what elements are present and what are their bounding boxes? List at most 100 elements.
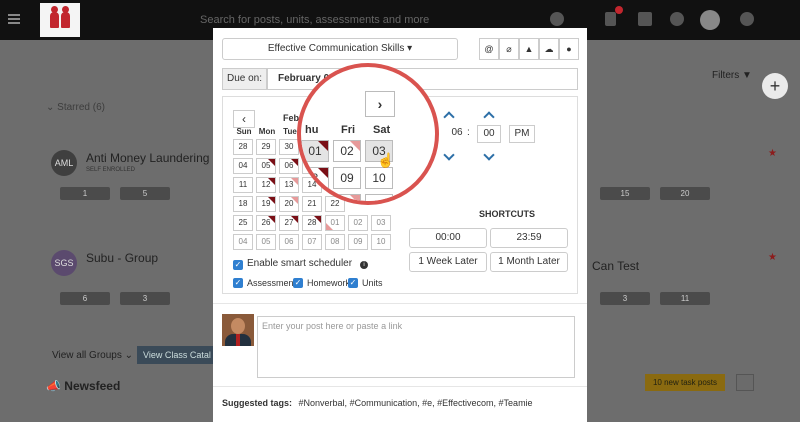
calendar-day[interactable]: 25 bbox=[233, 215, 253, 231]
calendar-day[interactable]: 03 bbox=[371, 215, 391, 231]
view-all-groups-button[interactable]: View all Groups ⌄ bbox=[52, 350, 133, 361]
user-avatar[interactable] bbox=[700, 10, 720, 30]
app-logo[interactable] bbox=[40, 3, 80, 37]
new-task-posts-badge[interactable]: 10 new task posts bbox=[645, 374, 725, 391]
calendar-icon[interactable] bbox=[638, 12, 652, 26]
mention-icon[interactable]: @ bbox=[479, 38, 499, 60]
calendar-day[interactable]: 04 bbox=[233, 234, 253, 250]
info-icon[interactable] bbox=[550, 12, 564, 26]
group-stat[interactable]: 15 bbox=[600, 187, 650, 200]
calendar-day[interactable]: 18 bbox=[233, 196, 253, 212]
calendar-day[interactable]: 11 bbox=[233, 177, 253, 193]
shortcut-midnight-button[interactable]: 00:00 bbox=[409, 228, 487, 248]
star-icon[interactable]: ★ bbox=[768, 252, 777, 263]
homework-checkbox[interactable]: ✓ bbox=[293, 278, 303, 288]
calendar-day[interactable]: 28 bbox=[233, 139, 253, 155]
calendar-day[interactable]: 05 bbox=[256, 234, 276, 250]
calendar-day-zoomed[interactable]: 10 bbox=[365, 167, 393, 189]
calendar-day[interactable]: 28 bbox=[302, 215, 322, 231]
assessments-checkbox[interactable]: ✓ bbox=[233, 278, 243, 288]
calendar-day-zoomed[interactable]: 01 bbox=[301, 140, 329, 162]
calendar-day[interactable]: 27 bbox=[279, 215, 299, 231]
calendar-day[interactable]: 09 bbox=[348, 234, 368, 250]
smart-scheduler-checkbox[interactable]: ✓ bbox=[233, 260, 243, 270]
tag-link[interactable]: #Effectivecom, bbox=[437, 398, 496, 408]
info-icon[interactable]: i bbox=[360, 261, 368, 269]
shortcut-month-later-button[interactable]: 1 Month Later bbox=[490, 252, 568, 272]
weekday-label: hu bbox=[305, 124, 319, 136]
magnifier-highlight: › hu Fri Sat 01 02 03 8 09 10 16 17 bbox=[297, 63, 439, 205]
calendar-day[interactable]: 26 bbox=[256, 215, 276, 231]
calendar-day[interactable]: 13 bbox=[279, 177, 299, 193]
units-checkbox[interactable]: ✓ bbox=[348, 278, 358, 288]
minute-up-arrow[interactable] bbox=[483, 111, 495, 123]
global-search-input[interactable]: Search for posts, units, assessments and… bbox=[200, 14, 429, 26]
shortcut-week-later-button[interactable]: 1 Week Later bbox=[409, 252, 487, 272]
ampm-toggle[interactable]: PM bbox=[509, 125, 535, 143]
hour-up-arrow[interactable] bbox=[443, 111, 455, 123]
tag-link[interactable]: #Teamie bbox=[499, 398, 533, 408]
group-stat[interactable]: 3 bbox=[120, 292, 170, 305]
add-icon[interactable]: + bbox=[762, 73, 788, 99]
filter-icon[interactable] bbox=[736, 374, 754, 391]
weekday-label: Sun bbox=[236, 127, 252, 136]
post-textarea[interactable]: Enter your post here or paste a link bbox=[257, 316, 575, 378]
homework-label: Homework bbox=[307, 278, 351, 288]
attach-icon[interactable]: ⌀ bbox=[499, 38, 519, 60]
minute-field[interactable]: 00 bbox=[477, 125, 501, 143]
group-stat[interactable]: 11 bbox=[660, 292, 710, 305]
group-stat[interactable]: 3 bbox=[600, 292, 650, 305]
microphone-icon[interactable]: ● bbox=[559, 38, 579, 60]
calendar-day-zoomed[interactable]: 8 bbox=[301, 167, 329, 189]
calendar-day[interactable]: 07 bbox=[302, 234, 322, 250]
calendar-day[interactable]: 29 bbox=[256, 139, 276, 155]
tag-link[interactable]: #Nonverbal, bbox=[299, 398, 348, 408]
star-icon[interactable]: ★ bbox=[768, 148, 777, 159]
calendar-day[interactable]: 30 bbox=[279, 139, 299, 155]
calendar-day[interactable]: 20 bbox=[279, 196, 299, 212]
tag-link[interactable]: #Communication, bbox=[350, 398, 420, 408]
hour-down-arrow[interactable] bbox=[443, 149, 455, 161]
group-stat[interactable]: 6 bbox=[60, 292, 110, 305]
calendar-day[interactable]: 04 bbox=[233, 158, 253, 174]
minute-down-arrow[interactable] bbox=[483, 149, 495, 161]
calendar-day[interactable]: 06 bbox=[279, 234, 299, 250]
tag-link[interactable]: #e, bbox=[422, 398, 435, 408]
prev-month-button[interactable]: ‹ bbox=[233, 110, 255, 128]
shortcut-end-of-day-button[interactable]: 23:59 bbox=[490, 228, 568, 248]
hour-field[interactable]: 06 bbox=[449, 125, 465, 143]
group-stat[interactable]: 5 bbox=[120, 187, 170, 200]
time-separator: : bbox=[467, 127, 470, 138]
menu-icon[interactable] bbox=[8, 14, 20, 24]
calendar-day[interactable]: 01 bbox=[325, 215, 345, 231]
weekday-label: Sat bbox=[373, 124, 391, 136]
calendar-day[interactable]: 06 bbox=[279, 158, 299, 174]
document-icon[interactable] bbox=[605, 12, 616, 26]
group-stat[interactable]: 20 bbox=[660, 187, 710, 200]
view-class-catalog-button[interactable]: View Class Catal bbox=[137, 346, 213, 364]
calendar-day-zoomed[interactable]: 02 bbox=[333, 140, 361, 162]
notification-badge bbox=[615, 6, 623, 14]
filters-button[interactable]: Filters ▼ bbox=[712, 70, 752, 81]
calendar-day[interactable]: 05 bbox=[256, 158, 276, 174]
calendar-day-zoomed[interactable]: 09 bbox=[333, 167, 361, 189]
group-name: Anti Money Laundering bbox=[86, 151, 210, 165]
cloud-icon[interactable]: ☁ bbox=[539, 38, 559, 60]
help-icon[interactable] bbox=[740, 12, 754, 26]
calendar-day[interactable]: 10 bbox=[371, 234, 391, 250]
units-label: Units bbox=[362, 278, 383, 288]
group-avatar: AML bbox=[51, 150, 77, 176]
divider bbox=[213, 303, 587, 304]
calendar-day[interactable]: 02 bbox=[348, 215, 368, 231]
group-stat[interactable]: 1 bbox=[60, 187, 110, 200]
calendar-day[interactable]: 19 bbox=[256, 196, 276, 212]
author-avatar bbox=[222, 314, 254, 346]
starred-section-toggle[interactable]: ⌄ Starred (6) bbox=[46, 102, 105, 113]
globe-icon[interactable] bbox=[670, 12, 684, 26]
calendar-day[interactable]: 12 bbox=[256, 177, 276, 193]
google-drive-icon[interactable]: ▲ bbox=[519, 38, 539, 60]
post-placeholder: Enter your post here or paste a link bbox=[262, 321, 403, 331]
course-selector[interactable]: Effective Communication Skills ▾ bbox=[222, 38, 458, 60]
calendar-day[interactable]: 08 bbox=[325, 234, 345, 250]
next-month-button[interactable]: › bbox=[365, 91, 395, 117]
